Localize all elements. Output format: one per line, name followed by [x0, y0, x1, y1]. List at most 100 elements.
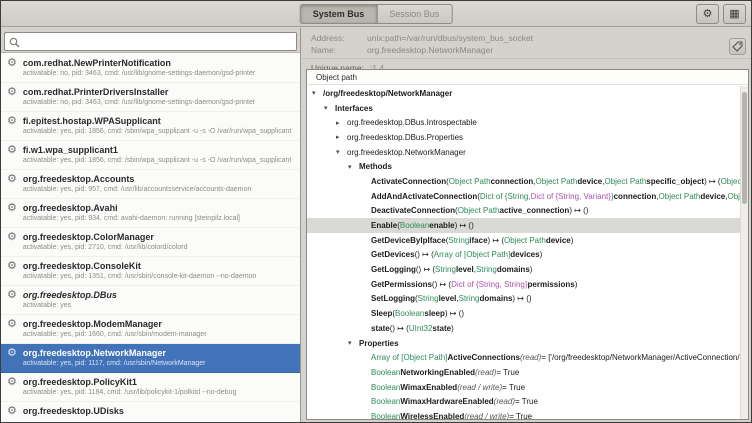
- service-gear-icon: ⚙: [7, 347, 17, 360]
- tree-row[interactable]: ▸org.freedesktop.DBus.Introspectable: [307, 115, 740, 130]
- list-item[interactable]: ⚙org.freedesktop.UDisks: [1, 402, 300, 422]
- tree-row[interactable]: AddAndActivateConnection (Dict of {Strin…: [307, 189, 740, 204]
- search-bar: [1, 28, 300, 53]
- tree-text-segment: org.freedesktop.DBus.Introspectable: [347, 118, 477, 127]
- tree-row[interactable]: Sleep (Boolean sleep) ↦ (): [307, 306, 740, 321]
- tree-row[interactable]: DeactivateConnection (Object Path active…: [307, 204, 740, 219]
- service-detail: activatable: no, pid: 3463, cmd: /usr/li…: [23, 69, 296, 79]
- header-bar: System Bus Session Bus ⚙ ▦: [1, 1, 751, 27]
- tree-text-segment: String: [435, 265, 456, 274]
- service-name: org.freedesktop.ModemManager: [23, 318, 296, 330]
- tree-text-segment: Boolean: [371, 397, 400, 406]
- service-detail: activatable: yes: [23, 301, 296, 311]
- service-name: org.freedesktop.PolicyKit1: [23, 376, 296, 388]
- tree-scrollbar[interactable]: [740, 86, 748, 419]
- tree-text-segment: = True: [502, 383, 525, 392]
- list-item[interactable]: ⚙org.freedesktop.Accountsactivatable: ye…: [1, 170, 300, 199]
- tree-row[interactable]: Boolean WimaxEnabled (read / write) = Tr…: [307, 380, 740, 395]
- tree-text-segment: connection: [491, 177, 534, 186]
- tree-text-segment: device: [577, 177, 602, 186]
- tree-text-segment: = ['/org/freedesktop/NetworkManager/Acti…: [541, 353, 740, 362]
- tree-text-segment: Dict of {String,: [480, 192, 531, 201]
- list-item[interactable]: ⚙fi.w1.wpa_supplicant1activatable: yes, …: [1, 141, 300, 170]
- app-menu-button[interactable]: ▦: [723, 4, 746, 24]
- settings-button[interactable]: ⚙: [696, 4, 719, 24]
- tree-text-segment: Object Path: [721, 177, 740, 186]
- service-gear-icon: ⚙: [7, 86, 17, 99]
- list-item[interactable]: ⚙org.freedesktop.PolicyKit1activatable: …: [1, 373, 300, 402]
- tree-text-segment: active_connection: [500, 206, 570, 215]
- expander-open-icon[interactable]: ▾: [324, 104, 335, 112]
- tree-row[interactable]: GetLogging () ↦ (String level, String do…: [307, 262, 740, 277]
- object-tree: ▾/org/freedesktop/NetworkManager▾Interfa…: [307, 86, 740, 419]
- tree-row[interactable]: ▾/org/freedesktop/NetworkManager: [307, 86, 740, 101]
- list-item[interactable]: ⚙com.redhat.PrinterDriversInstalleractiv…: [1, 83, 300, 112]
- tree-row[interactable]: ▾Methods: [307, 159, 740, 174]
- tag-button[interactable]: [729, 38, 746, 55]
- tree-row[interactable]: Boolean WimaxHardwareEnabled (read) = Tr…: [307, 394, 740, 409]
- tab-session-bus[interactable]: Session Bus: [376, 4, 452, 24]
- tree-text-segment: Object Path: [504, 236, 546, 245]
- tree-row[interactable]: state () ↦ (UInt32 state): [307, 321, 740, 336]
- tree-text-segment: ActiveConnections: [447, 353, 519, 362]
- name-label: Name:: [311, 44, 367, 56]
- name-row: Name:org.freedesktop.NetworkManager: [302, 44, 751, 56]
- list-item[interactable]: ⚙com.redhat.NewPrinterNotificationactiva…: [1, 54, 300, 83]
- list-item[interactable]: ⚙org.freedesktop.DBusactivatable: yes: [1, 286, 300, 315]
- tree-row[interactable]: SetLogging (String level, String domains…: [307, 292, 740, 307]
- tree-text-segment: Methods: [359, 162, 392, 171]
- expander-open-icon[interactable]: ▾: [348, 163, 359, 171]
- tree-text-segment: String: [459, 294, 480, 303]
- tree-text-segment: Dict of {String, String}: [451, 280, 527, 289]
- header-actions: ⚙ ▦: [696, 4, 746, 24]
- expander-closed-icon[interactable]: ▸: [336, 133, 347, 141]
- tree-text-segment: () ↦ (: [415, 250, 434, 259]
- tree-row[interactable]: Boolean NetworkingEnabled (read) = True: [307, 365, 740, 380]
- tree-text-segment: ) ↦ (): [455, 221, 474, 230]
- tree-row[interactable]: ▸org.freedesktop.DBus.Properties: [307, 130, 740, 145]
- list-item[interactable]: ⚙org.freedesktop.ColorManageractivatable…: [1, 228, 300, 257]
- tree-row[interactable]: ▾Properties: [307, 336, 740, 351]
- tree-text-segment: WirelessEnabled: [400, 412, 464, 419]
- tree-text-segment: () ↦ (: [416, 265, 435, 274]
- tree-row[interactable]: GetDeviceByIpIface (String iface) ↦ (Obj…: [307, 233, 740, 248]
- tree-text-segment: NetworkingEnabled: [400, 368, 475, 377]
- tree-text-segment: device: [700, 192, 725, 201]
- services-panel: ⚙com.redhat.NewPrinterNotificationactiva…: [1, 28, 301, 422]
- tree-text-segment: state: [432, 324, 451, 333]
- expander-open-icon[interactable]: ▾: [348, 339, 359, 347]
- tree-text-segment: GetPermissions: [371, 280, 432, 289]
- list-item[interactable]: ⚙fi.epitest.hostap.WPASupplicantactivata…: [1, 112, 300, 141]
- expander-closed-icon[interactable]: ▸: [336, 119, 347, 127]
- tree-text-segment: ) ↦ (): [445, 309, 464, 318]
- tree-row[interactable]: ActivateConnection (Object Path connecti…: [307, 174, 740, 189]
- tree-row[interactable]: Array of [Object Path] ActiveConnections…: [307, 350, 740, 365]
- tree-row[interactable]: Enable (Boolean enable) ↦ (): [307, 218, 740, 233]
- tree-text-segment: Array of [Object Path]: [434, 250, 510, 259]
- tree-column-header[interactable]: Object path: [307, 70, 748, 85]
- tree-row[interactable]: Boolean WirelessEnabled (read / write) =…: [307, 409, 740, 419]
- list-item[interactable]: ⚙org.freedesktop.ModemManageractivatable…: [1, 315, 300, 344]
- tree-row[interactable]: ▾Interfaces: [307, 101, 740, 116]
- tree-text-segment: org.freedesktop.DBus.Properties: [347, 133, 463, 142]
- tree-text-segment: WimaxEnabled: [400, 383, 457, 392]
- tab-system-bus[interactable]: System Bus: [300, 4, 378, 24]
- list-item[interactable]: ⚙org.freedesktop.NetworkManageractivatab…: [1, 344, 300, 373]
- service-detail: activatable: yes, pid: 1184, cmd: /usr/l…: [23, 388, 296, 398]
- expander-open-icon[interactable]: ▾: [336, 148, 347, 156]
- tree-text-segment: ActivateConnection: [371, 177, 446, 186]
- tree-row[interactable]: ▾org.freedesktop.NetworkManager: [307, 145, 740, 160]
- tree-text-segment: DeactivateConnection: [371, 206, 455, 215]
- tree-text-segment: devices: [510, 250, 539, 259]
- list-item[interactable]: ⚙org.freedesktop.ConsoleKitactivatable: …: [1, 257, 300, 286]
- search-input[interactable]: [4, 32, 297, 51]
- service-name: org.freedesktop.Avahi: [23, 202, 296, 214]
- tree-row[interactable]: GetPermissions () ↦ (Dict of {String, St…: [307, 277, 740, 292]
- address-value: unix:path=/var/run/dbus/system_bus_socke…: [367, 33, 533, 43]
- grid-menu-icon: ▦: [729, 8, 739, 20]
- tree-row[interactable]: GetDevices () ↦ (Array of [Object Path] …: [307, 248, 740, 263]
- list-item[interactable]: ⚙org.freedesktop.Avahiactivatable: yes, …: [1, 199, 300, 228]
- tree-text-segment: Enable: [371, 221, 397, 230]
- scrollbar-thumb[interactable]: [742, 92, 747, 204]
- expander-open-icon[interactable]: ▾: [312, 89, 323, 97]
